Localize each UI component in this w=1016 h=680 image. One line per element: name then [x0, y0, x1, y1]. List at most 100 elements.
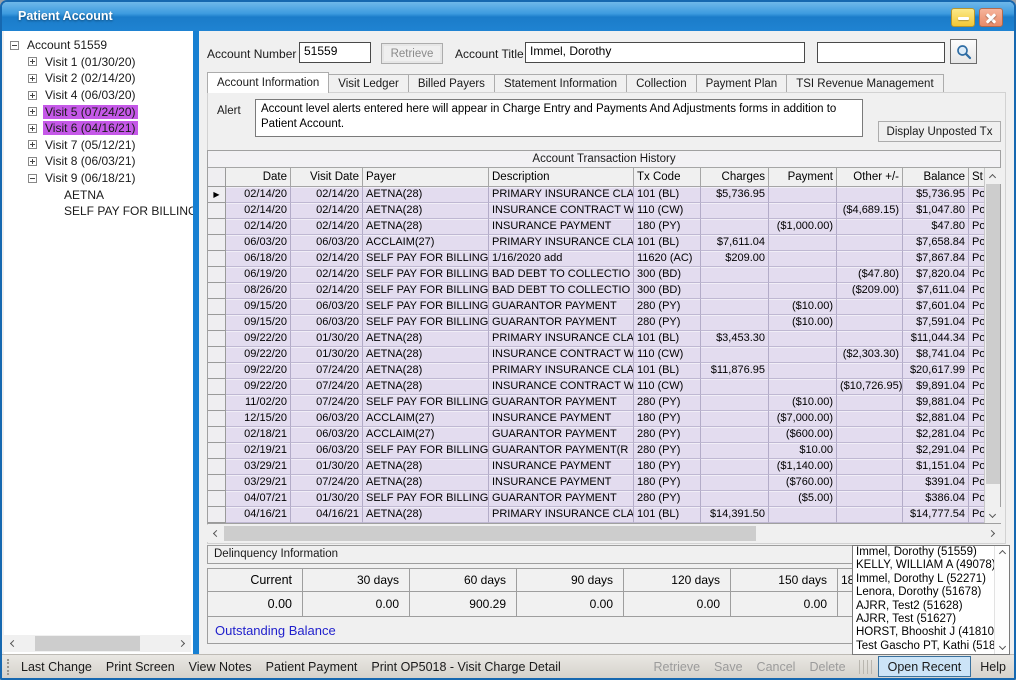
- tab-collection[interactable]: Collection: [627, 74, 697, 93]
- column-header-tx-code[interactable]: Tx Code: [634, 168, 701, 187]
- scroll-right-icon[interactable]: [984, 525, 1001, 542]
- scroll-left-icon[interactable]: [207, 525, 224, 542]
- recent-account-item[interactable]: AJRR, Test2 (51628): [856, 600, 994, 613]
- tree-item-visit-1[interactable]: Visit 1 (01/30/20): [10, 54, 193, 71]
- expand-icon[interactable]: [28, 91, 37, 100]
- statusbar-cancel[interactable]: Cancel: [750, 660, 803, 674]
- table-row[interactable]: 03/29/2107/24/20AETNA(28)INSURANCE PAYME…: [208, 475, 984, 491]
- grid-vertical-scrollbar[interactable]: [984, 168, 1000, 523]
- recent-account-item[interactable]: Test Gascho PT, Kathi (5182: [856, 640, 994, 653]
- row-selector[interactable]: [208, 379, 226, 395]
- column-header-other[interactable]: Other +/-: [837, 168, 903, 187]
- row-selector[interactable]: [208, 411, 226, 427]
- close-button[interactable]: [979, 8, 1003, 27]
- column-header-st[interactable]: St: [969, 168, 984, 187]
- collapse-icon[interactable]: [10, 41, 19, 50]
- tree-item-aetna[interactable]: AETNA: [10, 186, 193, 203]
- table-row[interactable]: 09/22/2001/30/20AETNA(28)PRIMARY INSURAN…: [208, 331, 984, 347]
- row-selector[interactable]: [208, 235, 226, 251]
- dropdown-scrollbar[interactable]: [994, 546, 1009, 654]
- row-selector[interactable]: [208, 219, 226, 235]
- table-row[interactable]: 06/03/2006/03/20ACCLAIM(27)PRIMARY INSUR…: [208, 235, 984, 251]
- row-selector[interactable]: [208, 251, 226, 267]
- tab-account-information[interactable]: Account Information: [207, 72, 329, 93]
- minimize-button[interactable]: [951, 8, 975, 27]
- row-selector[interactable]: [208, 443, 226, 459]
- expand-icon[interactable]: [28, 107, 37, 116]
- row-selector[interactable]: [208, 363, 226, 379]
- account-title-field[interactable]: Immel, Dorothy: [525, 42, 805, 63]
- recent-account-item[interactable]: HORST, Bhooshit J (41810): [856, 626, 994, 639]
- scrollbar-thumb[interactable]: [986, 184, 1000, 484]
- row-selector[interactable]: [208, 347, 226, 363]
- tree-horizontal-scrollbar[interactable]: [4, 635, 191, 652]
- table-row[interactable]: 06/19/2002/14/20SELF PAY FOR BILLING(BAD…: [208, 267, 984, 283]
- row-selector[interactable]: [208, 427, 226, 443]
- recent-account-item[interactable]: Immel, Dorothy L (52271): [856, 573, 994, 586]
- scroll-left-icon[interactable]: [4, 635, 21, 652]
- table-row[interactable]: 12/15/2006/03/20ACCLAIM(27)INSURANCE PAY…: [208, 411, 984, 427]
- table-row[interactable]: 02/14/2002/14/20AETNA(28)INSURANCE PAYME…: [208, 219, 984, 235]
- grid-horizontal-scrollbar[interactable]: [207, 525, 1001, 542]
- statusbar-print-op5018-visit-charge-detail[interactable]: Print OP5018 - Visit Charge Detail: [364, 660, 567, 674]
- help-button[interactable]: Help: [976, 660, 1014, 674]
- tab-billed-payers[interactable]: Billed Payers: [409, 74, 495, 93]
- account-number-field[interactable]: 51559: [299, 42, 371, 63]
- expand-icon[interactable]: [28, 140, 37, 149]
- column-header-balance[interactable]: Balance: [903, 168, 969, 187]
- toolbar-grip[interactable]: [7, 659, 10, 675]
- table-row[interactable]: 09/15/2006/03/20SELF PAY FOR BILLING(GUA…: [208, 299, 984, 315]
- tree-item-visit-9[interactable]: Visit 9 (06/18/21): [10, 170, 193, 187]
- column-header-date[interactable]: Date: [226, 168, 291, 187]
- table-row[interactable]: 04/07/2101/30/20SELF PAY FOR BILLING(GUA…: [208, 491, 984, 507]
- table-row[interactable]: 09/22/2007/24/20AETNA(28)INSURANCE CONTR…: [208, 379, 984, 395]
- row-selector[interactable]: [208, 459, 226, 475]
- column-header-payment[interactable]: Payment: [769, 168, 837, 187]
- recent-account-item[interactable]: AJRR, Test (51627): [856, 613, 994, 626]
- table-row[interactable]: 09/22/2001/30/20AETNA(28)INSURANCE CONTR…: [208, 347, 984, 363]
- tree-item-self-pay-for-billing[interactable]: SELF PAY FOR BILLING: [10, 203, 193, 220]
- display-unposted-tx-button[interactable]: Display Unposted Tx: [878, 121, 1001, 142]
- table-row[interactable]: 09/15/2006/03/20SELF PAY FOR BILLING(GUA…: [208, 315, 984, 331]
- row-selector[interactable]: [208, 299, 226, 315]
- scroll-down-icon[interactable]: [998, 643, 1005, 650]
- statusbar-retrieve[interactable]: Retrieve: [647, 660, 708, 674]
- tab-tsi-revenue-management[interactable]: TSI Revenue Management: [787, 74, 943, 93]
- table-row[interactable]: 03/29/2101/30/20AETNA(28)INSURANCE PAYME…: [208, 459, 984, 475]
- row-selector[interactable]: [208, 283, 226, 299]
- row-selector[interactable]: [208, 395, 226, 411]
- alert-textbox[interactable]: Account level alerts entered here will a…: [255, 99, 863, 137]
- table-row[interactable]: 11/02/2007/24/20SELF PAY FOR BILLING(GUA…: [208, 395, 984, 411]
- row-selector[interactable]: [208, 491, 226, 507]
- tab-visit-ledger[interactable]: Visit Ledger: [329, 74, 409, 93]
- column-header-payer[interactable]: Payer: [363, 168, 489, 187]
- table-row[interactable]: 09/22/2007/24/20AETNA(28)PRIMARY INSURAN…: [208, 363, 984, 379]
- row-selector[interactable]: [208, 507, 226, 523]
- open-recent-button[interactable]: Open Recent: [878, 656, 972, 677]
- table-row[interactable]: 04/16/2104/16/21AETNA(28)PRIMARY INSURAN…: [208, 507, 984, 523]
- tree-item-visit-6[interactable]: Visit 6 (04/16/21): [10, 120, 193, 137]
- tree-item-visit-8[interactable]: Visit 8 (06/03/21): [10, 153, 193, 170]
- table-row[interactable]: ▶02/14/2002/14/20AETNA(28)PRIMARY INSURA…: [208, 187, 984, 203]
- expand-icon[interactable]: [28, 124, 37, 133]
- row-selector[interactable]: [208, 475, 226, 491]
- scrollbar-thumb[interactable]: [35, 636, 140, 651]
- scroll-up-icon[interactable]: [985, 168, 1001, 184]
- recent-account-item[interactable]: KELLY, WILLIAM A (49078): [856, 559, 994, 572]
- outstanding-balance-link[interactable]: Outstanding Balance: [215, 623, 336, 638]
- statusbar-save[interactable]: Save: [707, 660, 750, 674]
- table-row[interactable]: 02/18/2106/03/20ACCLAIM(27)GUARANTOR PAY…: [208, 427, 984, 443]
- row-selector[interactable]: [208, 315, 226, 331]
- row-selector[interactable]: [208, 267, 226, 283]
- row-selector[interactable]: [208, 203, 226, 219]
- statusbar-print-screen[interactable]: Print Screen: [99, 660, 182, 674]
- scroll-up-icon[interactable]: [998, 550, 1005, 557]
- tree-item-visit-4[interactable]: Visit 4 (06/03/20): [10, 87, 193, 104]
- search-button[interactable]: [950, 39, 977, 64]
- expand-icon[interactable]: [28, 157, 37, 166]
- table-row[interactable]: 02/19/2106/03/20SELF PAY FOR BILLING(GUA…: [208, 443, 984, 459]
- statusbar-last-change[interactable]: Last Change: [14, 660, 99, 674]
- scroll-down-icon[interactable]: [985, 507, 1001, 523]
- scroll-right-icon[interactable]: [174, 635, 191, 652]
- column-header-charges[interactable]: Charges: [701, 168, 769, 187]
